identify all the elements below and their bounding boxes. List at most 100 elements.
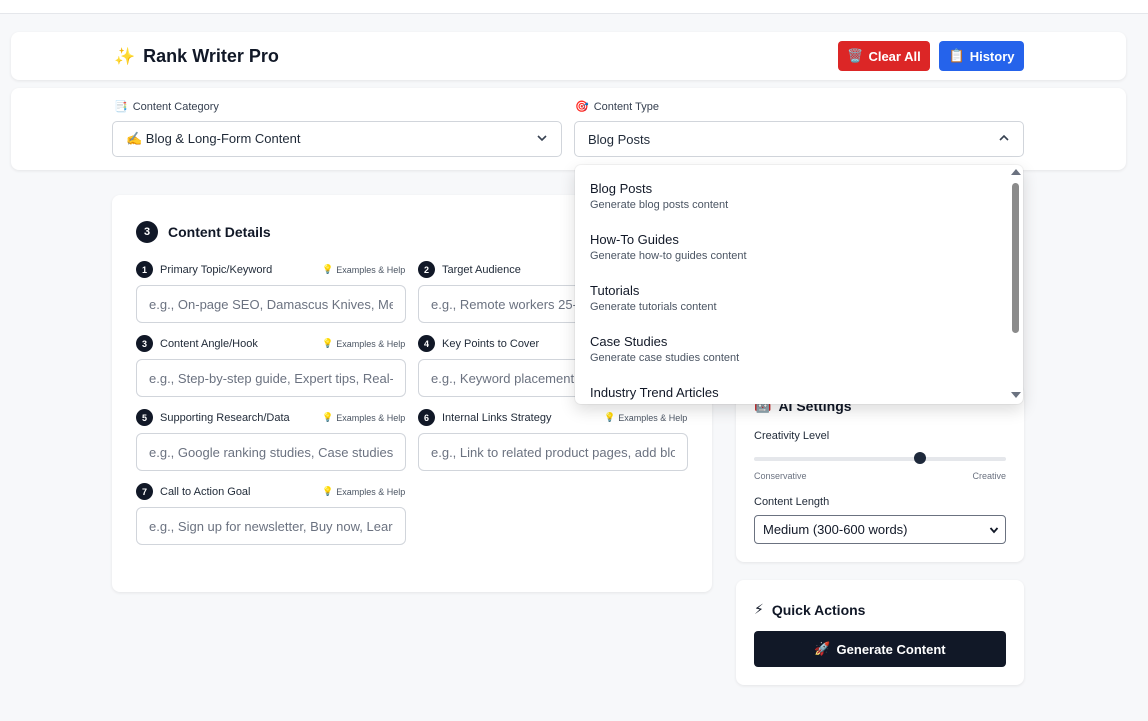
sparkles-icon: ✨ [114,46,136,66]
content-length-select[interactable]: Medium (300-600 words) [754,515,1006,544]
clear-all-button[interactable]: 🗑️ Clear All [838,41,930,71]
dropdown-option-case-studies[interactable]: Case Studies Generate case studies conte… [590,334,739,364]
examples-help-label: Examples & Help [336,412,406,423]
field-number-badge: 5 [136,409,153,426]
tabs-icon: 📑 [114,101,128,113]
browser-top-bar [0,0,1148,14]
generate-content-label: Generate Content [836,641,946,657]
field-label-text: Supporting Research/Data [160,411,290,424]
supporting-research-input[interactable] [136,433,406,471]
chevron-up-icon [999,134,1009,141]
scroll-up-arrow-icon[interactable] [1011,169,1021,175]
generate-content-button[interactable]: 🚀 Generate Content [754,631,1006,667]
internal-links-input[interactable] [418,433,688,471]
content-selector-card: 📑 Content Category ✍️ Blog & Long-Form C… [11,88,1126,170]
option-subtitle: Generate how-to guides content [590,250,747,262]
examples-help-label: Examples & Help [618,412,688,423]
chevron-down-icon [537,135,547,142]
content-category-select[interactable]: ✍️ Blog & Long-Form Content [112,121,562,157]
examples-help-label: Examples & Help [336,486,406,497]
field-label-primary-topic: 1 Primary Topic/Keyword [136,261,272,278]
dropdown-option-industry-trend-articles[interactable]: Industry Trend Articles [590,385,719,400]
field-number-badge: 7 [136,483,153,500]
quick-actions-title: Quick Actions [771,601,866,618]
lightning-icon: ⚡ [754,601,764,617]
quick-actions-heading: ⚡ Quick Actions [754,601,865,618]
creative-label: Creative [972,471,1006,481]
field-label-text: Target Audience [442,263,521,276]
content-type-label: 🎯 Content Type [575,100,659,114]
primary-topic-input[interactable] [136,285,406,323]
app-title: Rank Writer Pro [143,46,279,66]
app-header: ✨ Rank Writer Pro 🗑️ Clear All 📋 History [11,32,1126,80]
content-length-label: Content Length [754,496,830,508]
content-type-label-text: Content Type [593,100,659,113]
field-number-badge: 3 [136,335,153,352]
creativity-level-label: Creativity Level [754,430,830,442]
clipboard-icon: 📋 [948,48,965,63]
content-category-label-text: Content Category [132,100,219,113]
field-label-supporting-research: 5 Supporting Research/Data [136,409,290,426]
field-label-key-points: 4 Key Points to Cover [418,335,539,352]
field-number-badge: 6 [418,409,435,426]
examples-help-label: Examples & Help [336,264,406,275]
lightbulb-icon: 💡 [322,264,334,274]
clear-all-label: Clear All [868,48,921,64]
content-details-title: Content Details [168,224,271,240]
field-label-internal-links: 6 Internal Links Strategy [418,409,551,426]
examples-help-link[interactable]: 💡 Examples & Help [322,338,405,349]
field-number-badge: 2 [418,261,435,278]
lightbulb-icon: 💡 [322,412,334,422]
history-label: History [969,48,1015,64]
option-subtitle: Generate blog posts content [590,199,729,211]
history-button[interactable]: 📋 History [939,41,1024,71]
field-label-text: Call to Action Goal [160,485,251,498]
dropdown-option-blog-posts[interactable]: Blog Posts Generate blog posts content [590,181,728,211]
field-label-target-audience: 2 Target Audience [418,261,521,278]
content-length-value: Medium (300-600 words) [763,522,908,537]
content-category-label: 📑 Content Category [114,100,219,114]
field-number-badge: 4 [418,335,435,352]
content-angle-input[interactable] [136,359,406,397]
quick-actions-card: ⚡ Quick Actions 🚀 Generate Content [736,580,1024,685]
step-badge: 3 [136,221,158,243]
rocket-icon: 🚀 [814,641,831,656]
dropdown-option-tutorials[interactable]: Tutorials Generate tutorials content [590,283,717,313]
examples-help-link[interactable]: 💡 Examples & Help [604,412,687,423]
ai-settings-card: 🤖 AI Settings Creativity Level Conservat… [736,385,1024,562]
field-label-content-angle: 3 Content Angle/Hook [136,335,258,352]
app-brand: ✨ Rank Writer Pro [114,46,279,67]
option-title: Industry Trend Articles [590,385,719,400]
content-type-value: Blog Posts [588,131,651,147]
examples-help-label: Examples & Help [336,338,406,349]
option-subtitle: Generate tutorials content [590,301,717,313]
creativity-slider-track[interactable] [754,457,1006,461]
option-title: Case Studies [590,334,668,349]
field-number-badge: 1 [136,261,153,278]
field-label-text: Content Angle/Hook [160,337,258,350]
trash-icon: 🗑️ [847,48,864,63]
examples-help-link[interactable]: 💡 Examples & Help [322,264,405,275]
field-label-call-to-action: 7 Call to Action Goal [136,483,251,500]
conservative-label: Conservative [754,471,807,481]
content-details-heading: 3 Content Details [136,221,271,243]
chevron-down-icon [989,527,999,534]
content-type-select[interactable]: Blog Posts [574,121,1024,157]
scroll-down-arrow-icon[interactable] [1011,392,1021,398]
field-label-text: Internal Links Strategy [442,411,552,424]
call-to-action-input[interactable] [136,507,406,545]
lightbulb-icon: 💡 [322,486,334,496]
lightbulb-icon: 💡 [604,412,616,422]
examples-help-link[interactable]: 💡 Examples & Help [322,486,405,497]
option-title: Tutorials [590,283,640,298]
dropdown-option-how-to-guides[interactable]: How-To Guides Generate how-to guides con… [590,232,747,262]
field-label-text: Primary Topic/Keyword [160,263,273,276]
creativity-slider-thumb[interactable] [914,452,927,464]
dropdown-scrollbar-thumb[interactable] [1012,183,1019,333]
content-type-dropdown: Blog Posts Generate blog posts content H… [575,165,1023,404]
target-icon: 🎯 [575,101,589,113]
examples-help-link[interactable]: 💡 Examples & Help [322,412,405,423]
lightbulb-icon: 💡 [322,338,334,348]
option-title: Blog Posts [590,181,653,196]
field-label-text: Key Points to Cover [442,337,540,350]
